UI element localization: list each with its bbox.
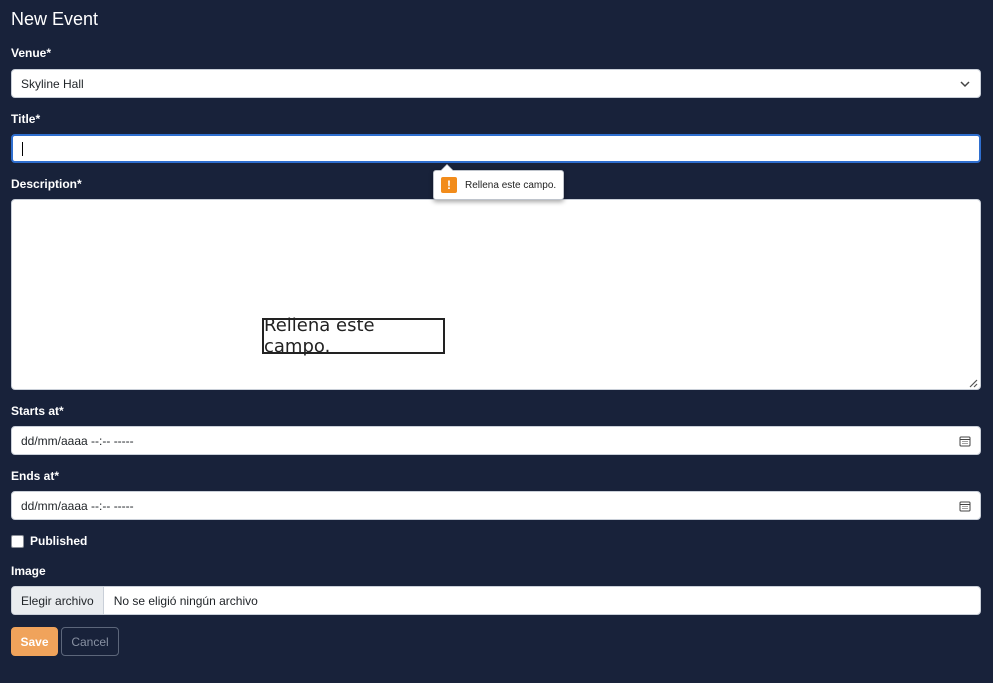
save-button[interactable]: Save — [11, 627, 58, 656]
title-input[interactable] — [11, 134, 981, 163]
published-label: Published — [30, 534, 88, 548]
venue-select[interactable]: Skyline Hall — [11, 69, 981, 98]
tooltip-arrow-inner — [441, 165, 453, 171]
image-file-input[interactable]: Elegir archivo No se eligió ningún archi… — [11, 586, 981, 615]
title-label: Title* — [11, 112, 41, 126]
tooltip-text: Rellena este campo. — [465, 179, 557, 191]
starts-at-label: Starts at* — [11, 404, 64, 418]
choose-file-button[interactable]: Elegir archivo — [12, 587, 104, 614]
ends-at-label: Ends at* — [11, 469, 60, 483]
warning-icon: ! — [441, 177, 457, 193]
ends-at-value: dd/mm/aaaa --:-- ----- — [21, 498, 134, 513]
calendar-icon[interactable] — [959, 435, 971, 447]
description-textarea[interactable] — [11, 199, 981, 390]
venue-selected-value: Skyline Hall — [21, 76, 84, 91]
file-status-text: No se eligió ningún archivo — [113, 593, 258, 608]
chevron-down-icon — [959, 78, 971, 90]
cancel-button[interactable]: Cancel — [61, 627, 119, 656]
validation-tooltip: ! Rellena este campo. — [433, 164, 565, 200]
venue-label: Venue* — [11, 46, 52, 60]
calendar-icon[interactable] — [959, 500, 971, 512]
resize-handle-icon[interactable] — [968, 377, 978, 388]
published-row[interactable]: Published — [11, 534, 87, 548]
ends-at-input[interactable]: dd/mm/aaaa --:-- ----- — [11, 491, 981, 520]
published-checkbox[interactable] — [11, 534, 24, 548]
image-label: Image — [11, 564, 46, 578]
starts-at-value: dd/mm/aaaa --:-- ----- — [21, 433, 134, 448]
starts-at-input[interactable]: dd/mm/aaaa --:-- ----- — [11, 426, 981, 455]
description-label: Description* — [11, 177, 82, 191]
page-title: New Event — [11, 9, 99, 29]
accessibility-validation-message: Rellena este campo. — [262, 315, 445, 357]
text-caret — [22, 141, 23, 156]
new-event-page: New Event Venue* Skyline Hall Title* Des… — [0, 0, 993, 683]
